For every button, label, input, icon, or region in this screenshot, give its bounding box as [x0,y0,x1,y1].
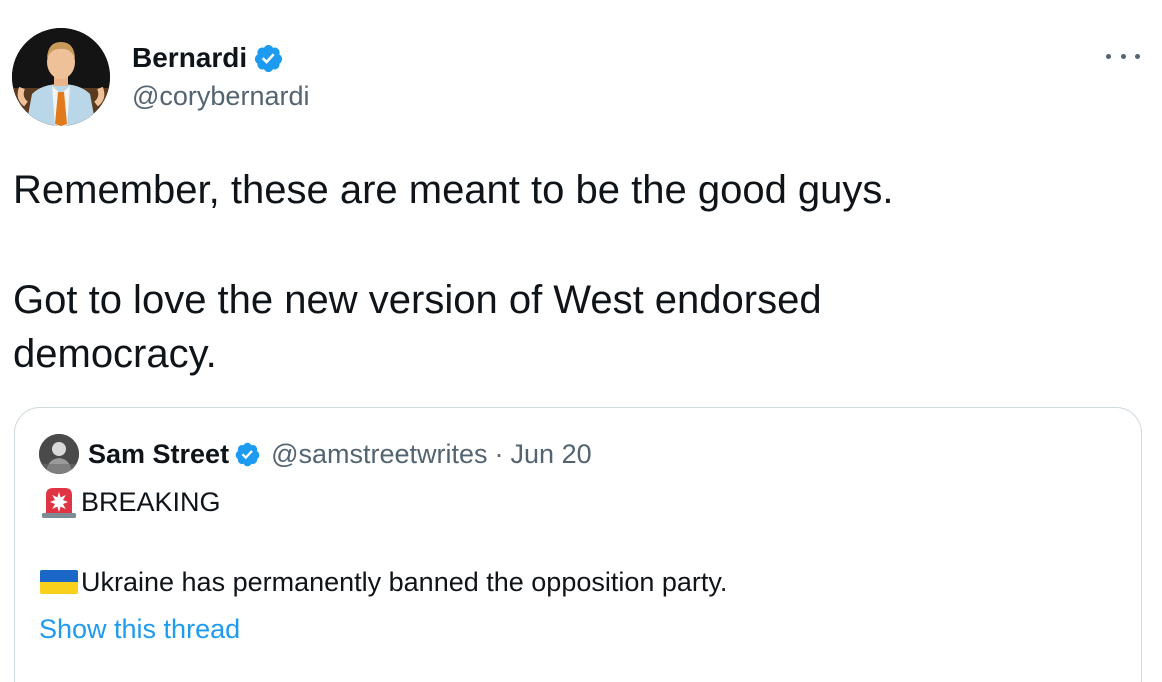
tweet-paragraph-1: Remember, these are meant to be the good… [13,168,894,212]
quoted-line-ukraine: Ukraine has permanently banned the oppos… [39,564,727,600]
more-horizontal-icon [1106,53,1111,59]
quoted-line2-text: Ukraine has permanently banned the oppos… [81,567,728,597]
tweet: Bernardi @corybernardi Remember, these a… [0,0,1162,682]
quoted-tweet[interactable]: Sam Street @samstreetwrites · Jun 20 BRE… [14,407,1142,682]
header-separator: · [494,438,504,469]
quoted-author-name: Sam Street [88,438,230,469]
quoted-line-breaking: BREAKING [39,484,221,520]
tweet-paragraph-2: Got to love the new version of West endo… [13,278,822,376]
author-avatar[interactable] [12,28,110,126]
siren-icon [42,488,76,518]
more-options-button[interactable] [1106,44,1140,68]
author-info: Bernardi @corybernardi [132,40,309,114]
show-thread-link[interactable]: Show this thread [39,611,240,647]
verified-badge-icon [235,442,260,466]
verified-badge-icon [255,44,283,72]
quoted-tweet-header: Sam Street @samstreetwrites · Jun 20 [39,434,592,474]
quoted-tweet-date: Jun 20 [510,438,592,469]
author-name-row: Bernardi [132,40,309,76]
ukraine-flag-icon [40,570,78,594]
author-handle[interactable]: @corybernardi [132,78,309,114]
author-name[interactable]: Bernardi [132,40,247,76]
quoted-author-handle: @samstreetwrites [271,438,488,469]
tweet-text: Remember, these are meant to be the good… [13,163,1133,381]
quoted-line1-text: BREAKING [81,487,221,517]
quoted-author-avatar [39,434,79,474]
